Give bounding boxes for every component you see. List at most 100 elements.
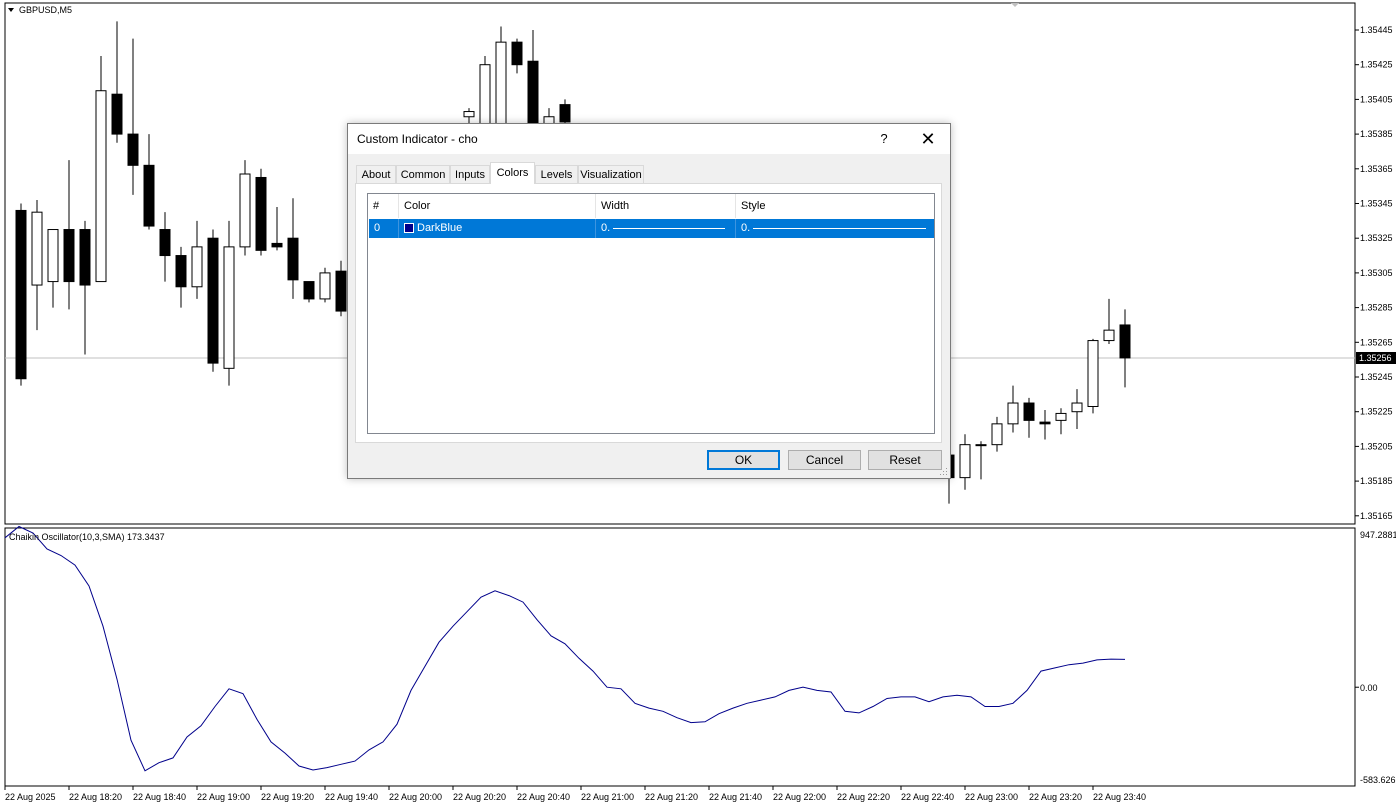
header-index[interactable]: # [368,194,399,218]
time-axis-label: 22 Aug 18:20 [69,792,122,802]
time-axis-label: 22 Aug 21:40 [709,792,762,802]
time-axis-label: 22 Aug 23:20 [1029,792,1082,802]
candle-bull [991,423,1003,446]
colors-table[interactable]: # Color Width Style 0 DarkBlue 0. 0. [367,193,935,434]
candle-bull [1103,329,1115,342]
price-axis-label: 1.35365 [1360,164,1393,174]
candle-bull [223,246,235,369]
price-axis-label: 1.35345 [1360,199,1393,209]
candle-bear [287,237,299,281]
indicator-axis-bottom: -583.626 [1360,775,1396,785]
cancel-button[interactable]: Cancel [788,450,861,470]
candle-bull [1055,412,1067,421]
candle-bear [255,176,267,251]
candle-bull [95,90,107,283]
candle-bear [15,209,27,380]
candle-bear [159,229,171,257]
tab-about[interactable]: About [356,165,396,183]
ok-button[interactable]: OK [707,450,780,470]
row-style-cell[interactable]: 0. [736,219,934,238]
time-axis-label: 22 Aug 2025 [5,792,56,802]
time-axis-label: 22 Aug 23:40 [1093,792,1146,802]
candle-bull [463,111,475,118]
candle-bear [271,242,283,248]
indicator-window-frame [4,527,1356,787]
candle-bull [1087,340,1099,407]
price-axis-label: 1.35325 [1360,233,1393,243]
colors-table-header: # Color Width Style [368,194,934,218]
header-color[interactable]: Color [399,194,596,218]
candle-bull [191,246,203,288]
dialog-titlebar[interactable]: Custom Indicator - cho ? ✕ [348,124,950,154]
style-line-sample [753,228,926,229]
price-axis-label: 1.35265 [1360,337,1393,347]
candle-bear [175,255,187,288]
resize-grip-icon[interactable] [940,468,948,476]
candle-bull [31,211,43,286]
candle-bear [1119,324,1131,359]
table-row[interactable]: 0 DarkBlue 0. 0. [369,219,934,238]
candle-bear [335,270,347,312]
price-axis-label: 1.35405 [1360,94,1393,104]
indicator-axis-zero: 0.00 [1360,683,1378,693]
indicator-label: Chaikin Oscillator(10,3,SMA) 173.3437 [9,532,165,542]
time-axis-label: 22 Aug 19:40 [325,792,378,802]
color-swatch [404,223,414,233]
price-axis-label: 1.35305 [1360,268,1393,278]
tab-common[interactable]: Common [396,165,450,183]
indicator-axis-top: 947.2881 [1360,530,1396,540]
header-style[interactable]: Style [736,194,934,218]
width-line-sample [613,228,725,229]
candle-bear [127,133,139,166]
tab-colors[interactable]: Colors [490,162,535,184]
style-value: 0. [741,222,751,234]
help-button[interactable]: ? [868,128,900,150]
time-axis-label: 22 Aug 22:40 [901,792,954,802]
candle-bear [1023,402,1035,421]
symbol-label[interactable]: GBPUSD,M5 [19,5,72,15]
time-axis-label: 22 Aug 22:20 [837,792,890,802]
candle-bull [495,41,507,126]
colors-tab-panel: # Color Width Style 0 DarkBlue 0. 0. [355,183,942,443]
price-axis-label: 1.35245 [1360,372,1393,382]
candle-bull [1071,402,1083,413]
price-axis-label: 1.35445 [1360,25,1393,35]
candle-bear [303,281,315,300]
price-axis-label: 1.35185 [1360,476,1393,486]
candle-bear [559,104,571,123]
custom-indicator-dialog[interactable]: Custom Indicator - cho ? ✕ About Common … [347,123,951,479]
color-name: DarkBlue [417,222,463,234]
candle-bear [79,229,91,286]
row-index: 0 [369,219,399,238]
candle-bear [1039,421,1051,425]
time-axis-label: 22 Aug 20:20 [453,792,506,802]
time-axis-label: 22 Aug 19:20 [261,792,314,802]
price-axis-label: 1.35225 [1360,407,1393,417]
time-axis-label: 22 Aug 20:00 [389,792,442,802]
tab-inputs[interactable]: Inputs [450,165,490,183]
width-value: 0. [601,222,611,234]
price-axis-label: 1.35165 [1360,511,1393,521]
price-axis-label: 1.35425 [1360,60,1393,70]
tab-visualization[interactable]: Visualization [578,165,644,183]
price-axis: 1.35445 1.35425 1.35405 1.35385 1.35365 1.353… [1355,25,1393,521]
reset-button[interactable]: Reset [868,450,942,470]
header-width[interactable]: Width [596,194,736,218]
time-axis-label: 22 Aug 20:40 [517,792,570,802]
time-axis-label: 22 Aug 21:20 [645,792,698,802]
row-color-cell[interactable]: DarkBlue [399,219,596,238]
price-axis-label: 1.35285 [1360,303,1393,313]
candle-bull [1007,402,1019,425]
current-price-label: 1.35256 [1359,353,1392,363]
candle-bull [47,229,59,283]
candle-bear [111,93,123,135]
time-axis-label: 22 Aug 19:00 [197,792,250,802]
time-axis-label: 22 Aug 22:00 [773,792,826,802]
time-axis-label: 22 Aug 18:40 [133,792,186,802]
tab-levels[interactable]: Levels [535,165,578,183]
row-width-cell[interactable]: 0. [596,219,736,238]
close-icon[interactable]: ✕ [911,127,945,151]
price-axis-label: 1.35385 [1360,129,1393,139]
candle-bear [511,41,523,66]
candle-bull [319,272,331,300]
